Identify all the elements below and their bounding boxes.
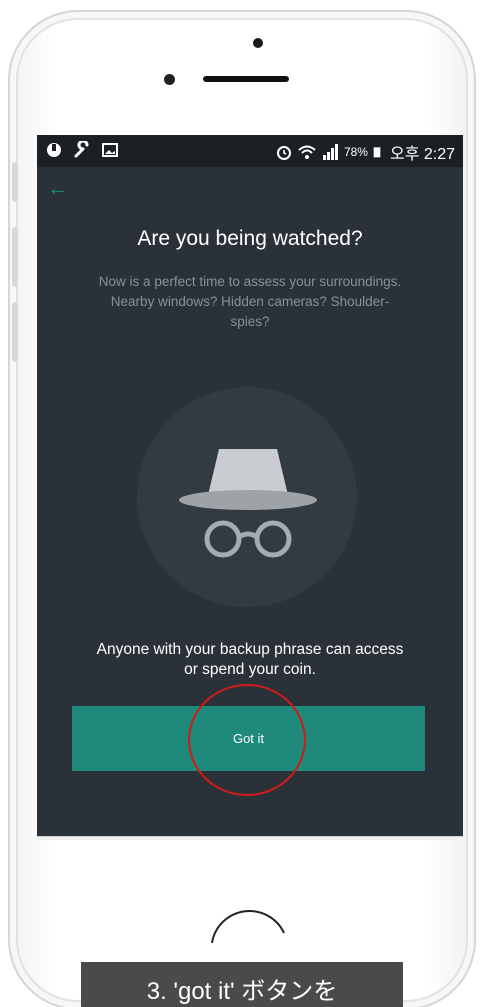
status-bar: 78% 오후 2:27 [37,135,463,167]
alarm-icon [276,146,291,160]
app-icon [47,143,61,157]
volume-down-button [12,302,18,362]
image-icon [102,143,118,157]
caption-banner: 3. 'got it' ボタンを [81,962,403,1007]
back-arrow-icon[interactable]: ← [47,175,69,201]
page-title: Are you being watched? [137,227,363,250]
battery-icon [373,147,381,158]
battery-percentage: 78% [343,145,368,159]
wifi-icon [298,145,316,159]
incognito-icon [179,449,317,558]
speaker-grille [203,76,289,82]
volume-up-button [12,227,18,287]
side-button [12,162,18,202]
front-sensor [253,38,263,48]
highlight-circle [188,684,306,796]
signal-icon [322,144,338,160]
status-time: 오후 2:27 [389,146,455,163]
page-description: Now is a perfect time to assess your sur… [98,274,402,329]
wrench-icon [74,141,89,158]
front-camera [164,74,175,85]
backup-warning: Anyone with your backup phrase can acces… [96,641,404,678]
incognito-illustration [137,387,357,607]
android-nav-bar [37,836,463,840]
